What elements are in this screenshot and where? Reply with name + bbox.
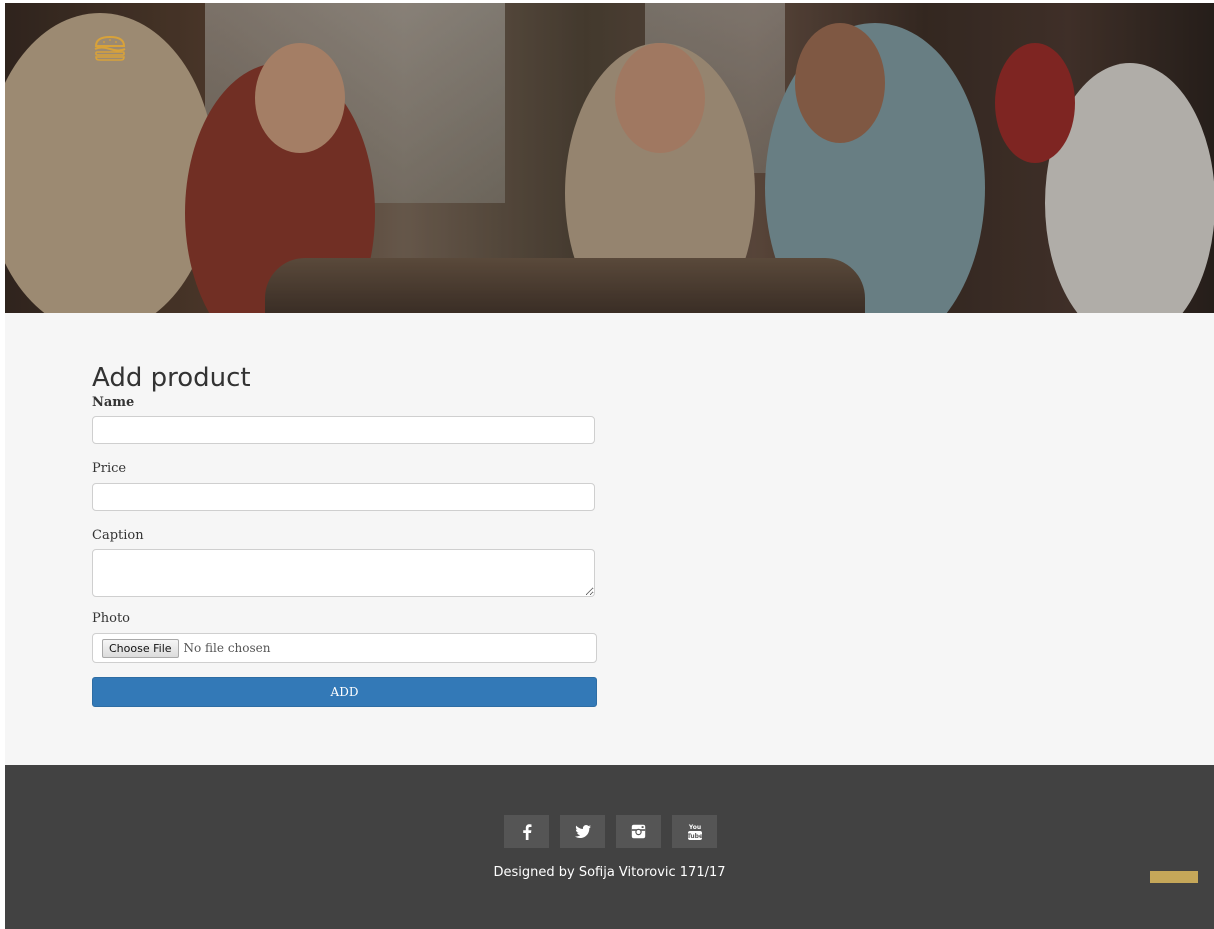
photo-label: Photo xyxy=(92,611,130,626)
name-label: Name xyxy=(92,395,135,410)
main-content: Add product Name Price Caption Photo Cho… xyxy=(5,313,1214,765)
choose-file-button[interactable]: Choose File xyxy=(102,638,179,658)
price-input[interactable] xyxy=(92,483,595,511)
facebook-icon[interactable] xyxy=(504,815,549,848)
price-label: Price xyxy=(92,461,127,476)
name-input[interactable] xyxy=(92,416,595,444)
file-status: No file chosen xyxy=(183,641,271,655)
burger-icon[interactable] xyxy=(93,35,127,61)
caption-textarea[interactable] xyxy=(92,549,595,597)
add-button[interactable]: ADD xyxy=(92,677,597,707)
back-to-top-button[interactable] xyxy=(1150,871,1198,883)
social-links: You Tube xyxy=(504,815,717,848)
form-title: Add product xyxy=(92,363,251,393)
footer: You Tube Designed by Sofija Vitorovic 17… xyxy=(5,765,1214,929)
page: Add product Name Price Caption Photo Cho… xyxy=(5,3,1214,929)
instagram-icon[interactable] xyxy=(616,815,661,848)
hero-image xyxy=(5,3,1214,313)
hero-overlay xyxy=(5,3,1214,313)
svg-text:Tube: Tube xyxy=(687,833,703,840)
svg-text:You: You xyxy=(687,824,700,831)
footer-credit: Designed by Sofija Vitorovic 171/17 xyxy=(493,865,726,880)
youtube-icon[interactable]: You Tube xyxy=(672,815,717,848)
caption-label: Caption xyxy=(92,528,144,543)
twitter-icon[interactable] xyxy=(560,815,605,848)
photo-file-input[interactable]: Choose File No file chosen xyxy=(92,633,597,663)
